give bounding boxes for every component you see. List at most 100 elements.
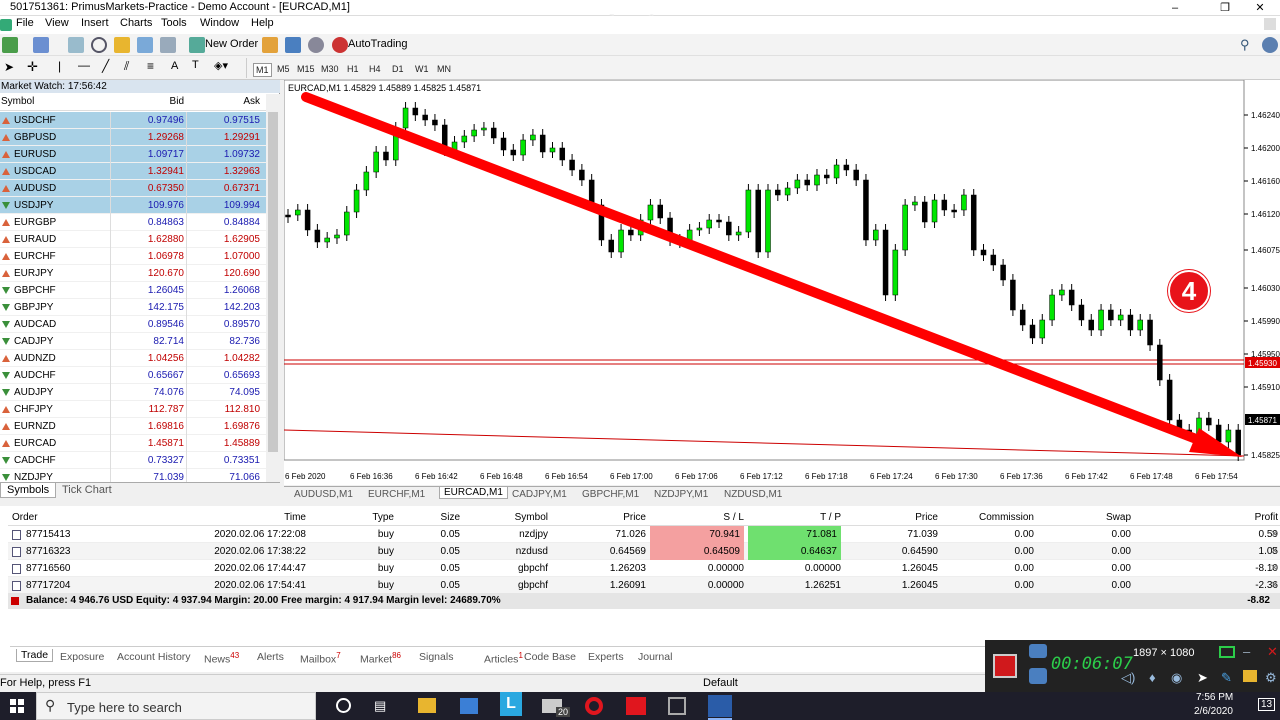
market-icon[interactable]	[308, 37, 324, 53]
terminal-tab-trade[interactable]: Trade	[16, 649, 54, 662]
market-row-cadjpy[interactable]: CADJPY 82.714 82.736	[0, 333, 266, 350]
tf-m15[interactable]: M15	[295, 63, 317, 75]
data-window-icon[interactable]	[114, 37, 130, 53]
terminal-tab-journal[interactable]: Journal	[638, 651, 672, 663]
tf-w1[interactable]: W1	[413, 63, 431, 75]
minimize-button[interactable]: –	[1160, 0, 1190, 16]
menu-view[interactable]: View	[45, 17, 69, 29]
market-row-euraud[interactable]: EURAUD 1.62880 1.62905	[0, 231, 266, 248]
chart-window[interactable]: 1.46240 1.46200 1.46160 1.46120 1.46075 1.460…	[283, 79, 1280, 485]
fibonacci-icon[interactable]: ≡	[147, 59, 154, 73]
tester-icon[interactable]	[160, 37, 176, 53]
col-price-8[interactable]: Price	[846, 512, 938, 523]
close-order-icon[interactable]: ✕	[1270, 577, 1278, 594]
new-chart-icon[interactable]	[2, 37, 18, 53]
metatrader-icon[interactable]	[708, 695, 732, 717]
store-icon[interactable]	[460, 698, 478, 714]
minimize-recorder-icon[interactable]: –	[1243, 644, 1250, 659]
market-row-usdchf[interactable]: USDCHF 0.97496 0.97515	[0, 112, 266, 129]
tf-h1[interactable]: H1	[345, 63, 361, 75]
clock-date[interactable]: 2/6/2020	[1194, 706, 1233, 717]
close-order-icon[interactable]: ✕	[1270, 560, 1278, 577]
pen-icon[interactable]: ✎	[1221, 670, 1232, 686]
market-row-chfjpy[interactable]: CHFJPY 112.787 112.810	[0, 401, 266, 418]
terminal-tab-code-base[interactable]: Code Base	[524, 651, 576, 663]
tab-tick-chart[interactable]: Tick Chart	[62, 484, 112, 496]
speaker-icon[interactable]: ◁)	[1121, 670, 1135, 686]
col-bid[interactable]: Bid	[170, 96, 184, 107]
market-row-audnzd[interactable]: AUDNZD 1.04256 1.04282	[0, 350, 266, 367]
close-button[interactable]: ✕	[1245, 0, 1275, 16]
market-row-eurjpy[interactable]: EURJPY 120.670 120.690	[0, 265, 266, 282]
trade-row[interactable]: 87716323 2020.02.06 17:38:22 buy 0.05 nzdusd…	[8, 543, 1280, 560]
col-order-0[interactable]: Order	[12, 512, 132, 523]
fullscreen-icon[interactable]	[1219, 646, 1235, 658]
col-price-5[interactable]: Price	[554, 512, 646, 523]
file-explorer-icon[interactable]	[418, 698, 436, 713]
trade-row[interactable]: 87715413 2020.02.06 17:22:08 buy 0.05 nzdjpy…	[8, 526, 1280, 543]
signals-icon[interactable]	[285, 37, 301, 53]
channel-icon[interactable]: ⫽	[124, 59, 129, 74]
col-size-3[interactable]: Size	[398, 512, 460, 523]
col-time-1[interactable]: Time	[138, 512, 306, 523]
market-row-usdjpy[interactable]: USDJPY 109.976 109.994	[0, 197, 266, 214]
market-row-gbpjpy[interactable]: GBPJPY 142.175 142.203	[0, 299, 266, 316]
meta-editor-icon[interactable]	[262, 37, 278, 53]
autotrading-icon[interactable]	[332, 37, 348, 53]
chart-tab-cadjpy[interactable]: CADJPY,M1	[512, 489, 567, 500]
market-row-eurusd[interactable]: EURUSD 1.09717 1.09732	[0, 146, 266, 163]
market-row-eurchf[interactable]: EURCHF 1.06978 1.07000	[0, 248, 266, 265]
terminal-tab-market[interactable]: Market86	[360, 651, 401, 666]
trendline-icon[interactable]: ╱	[102, 59, 109, 73]
chart-tab-nzdusd[interactable]: NZDUSD,M1	[724, 489, 782, 500]
tf-m1[interactable]: M1	[253, 63, 272, 77]
close-recorder-icon[interactable]: ✕	[1267, 644, 1278, 660]
chart-tab-eurcad[interactable]: EURCAD,M1	[439, 487, 508, 499]
folder-icon[interactable]	[1243, 670, 1257, 682]
col-commission-9[interactable]: Commission	[942, 512, 1034, 523]
tf-h4[interactable]: H4	[367, 63, 383, 75]
task-view-icon[interactable]: ▤	[374, 698, 386, 714]
restore-button[interactable]: ❐	[1210, 0, 1240, 16]
close-order-icon[interactable]: ✕	[1270, 543, 1278, 560]
camera-icon[interactable]	[1029, 644, 1047, 658]
cortana-icon[interactable]	[336, 698, 351, 713]
market-watch-scrollbar[interactable]	[266, 94, 280, 483]
market-row-eurcad[interactable]: EURCAD 1.45871 1.45889	[0, 435, 266, 452]
col-ask[interactable]: Ask	[243, 96, 260, 107]
market-row-audcad[interactable]: AUDCAD 0.89546 0.89570	[0, 316, 266, 333]
terminal-tab-experts[interactable]: Experts	[588, 651, 624, 663]
terminal-icon[interactable]	[137, 37, 153, 53]
notifications-badge[interactable]: 13	[1258, 698, 1276, 711]
clock-time[interactable]: 7:56 PM	[1196, 692, 1233, 703]
text-label-icon[interactable]: T	[192, 59, 199, 71]
autotrading-button[interactable]: AutoTrading	[348, 38, 408, 50]
terminal-tab-account-history[interactable]: Account History	[117, 651, 191, 663]
market-row-cadchf[interactable]: CADCHF 0.73327 0.73351	[0, 452, 266, 469]
close-order-icon[interactable]: ✕	[1270, 526, 1278, 543]
market-row-audusd[interactable]: AUDUSD 0.67350 0.67371	[0, 180, 266, 197]
market-row-audjpy[interactable]: AUDJPY 74.076 74.095	[0, 384, 266, 401]
menu-file[interactable]: File	[16, 17, 34, 29]
mdi-controls[interactable]	[1264, 18, 1276, 30]
chart-tab-gbpchf[interactable]: GBPCHF,M1	[582, 489, 639, 500]
app-l-icon[interactable]: L	[500, 692, 522, 716]
trade-row[interactable]: 87717204 2020.02.06 17:54:41 buy 0.05 gbpchf…	[8, 577, 1280, 594]
market-row-eurgbp[interactable]: EURGBP 0.84863 0.84884	[0, 214, 266, 231]
col-profit-11[interactable]: Profit	[1136, 512, 1278, 523]
new-order-icon[interactable]	[189, 37, 205, 53]
price-chart[interactable]: 1.46240 1.46200 1.46160 1.46120 1.46075 1.460…	[283, 79, 1280, 485]
terminal-tab-articles[interactable]: Articles1	[484, 651, 523, 666]
market-row-gbpchf[interactable]: GBPCHF 1.26045 1.26068	[0, 282, 266, 299]
vertical-line-icon[interactable]: |	[58, 59, 61, 73]
shapes-icon[interactable]: ◈▾	[214, 59, 228, 72]
tab-symbols[interactable]: Symbols	[0, 483, 57, 498]
start-icon[interactable]	[10, 699, 24, 713]
taskbar-search[interactable]: ⚲ Type here to search	[36, 692, 316, 720]
app-red-icon[interactable]	[626, 697, 646, 715]
menu-window[interactable]: Window	[200, 17, 239, 29]
tf-m30[interactable]: M30	[319, 63, 341, 75]
chart-tab-eurchf[interactable]: EURCHF,M1	[368, 489, 425, 500]
tf-mn[interactable]: MN	[435, 63, 453, 75]
pause-icon[interactable]	[1029, 668, 1047, 684]
